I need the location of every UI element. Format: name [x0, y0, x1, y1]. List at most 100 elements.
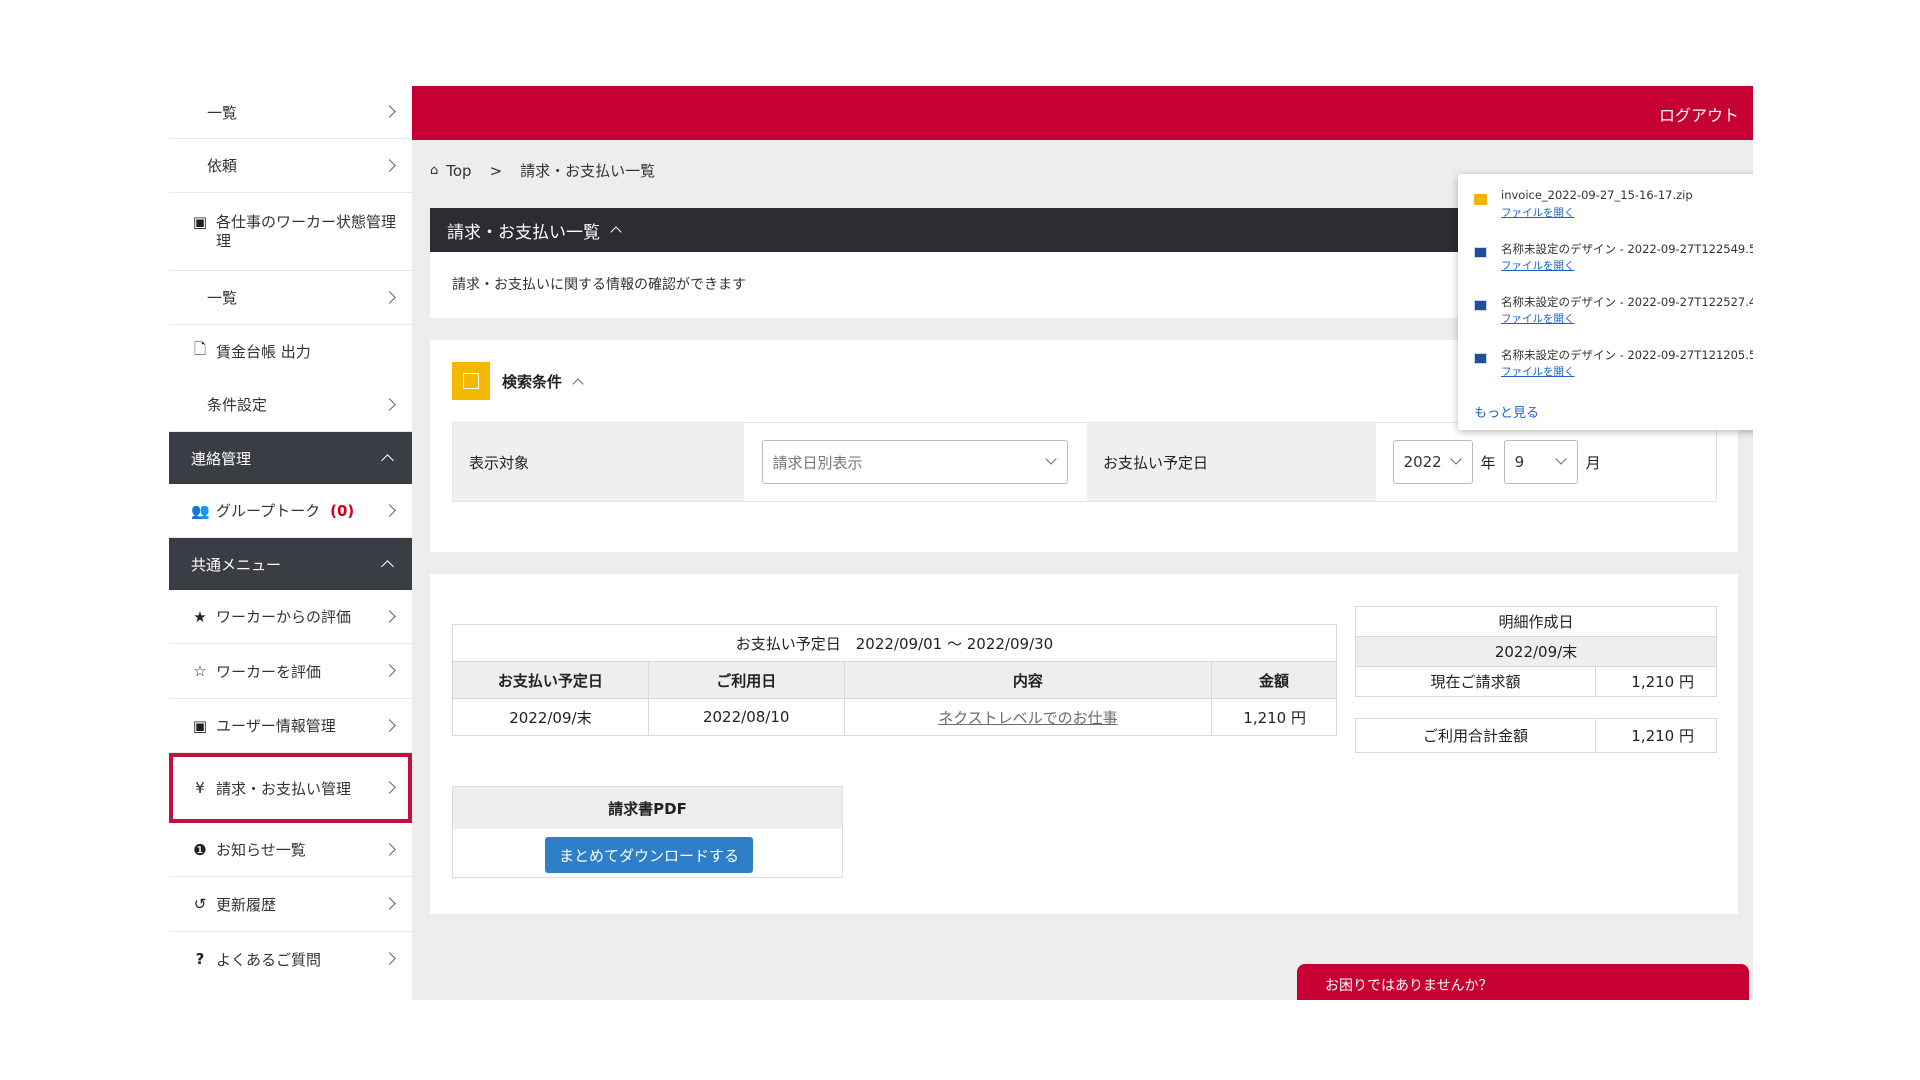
year-unit: 年 [1480, 453, 1496, 472]
open-file-link[interactable]: ファイルを開く [1501, 364, 1575, 379]
payment-date-cell: 2022 年 9 月 [1375, 423, 1716, 501]
open-file-link[interactable]: ファイルを開く [1501, 311, 1575, 326]
sidebar-item-history[interactable]: ↺ 更新履歴 [169, 877, 412, 932]
sidebar-item-label: よくあるご質問 [216, 950, 322, 969]
page-title: 請求・お支払い一覧 [447, 222, 600, 243]
month-unit: 月 [1585, 453, 1601, 472]
section-common[interactable]: 共通メニュー [169, 538, 412, 590]
download-filename: invoice_2022-09-27_15-16-17.zip [1501, 188, 1693, 202]
question-icon: ? [195, 950, 205, 968]
sidebar-item-wage-ledger[interactable]: 🗋 賃金台帳 出力 [169, 325, 412, 378]
sidebar-item-notices[interactable]: ❶ お知らせ一覧 [169, 823, 412, 877]
content-cell: ネクストレベルでのお仕事 [843, 698, 1213, 736]
sidebar-item-billing[interactable]: ¥ 請求・お支払い管理 [169, 753, 412, 823]
sidebar-item-label-cont: 理 [216, 232, 232, 250]
sidebar-item-faq[interactable]: ? よくあるご質問 [169, 932, 412, 986]
year-value: 2022 [1403, 453, 1442, 471]
star-icon: ★ [193, 607, 207, 626]
search-square-icon [452, 362, 490, 400]
invoice-pdf-box: 請求書PDF まとめてダウンロードする [452, 786, 843, 878]
home-icon: ⌂ [430, 163, 439, 178]
sidebar-item-label: お知らせ一覧 [216, 841, 306, 859]
sidebar-item-label: 各仕事のワーカー状態管理 [216, 213, 397, 231]
download-filename: 名称未設定のデザイン - 2022-09-27T122549.544.png [1501, 242, 1753, 256]
sidebar-item-label: 更新履歴 [216, 895, 277, 914]
sidebar-item-list[interactable]: 一覧 [169, 86, 412, 139]
statement-date-label: 明細作成日 [1355, 606, 1717, 637]
statement-date-value: 2022/09/末 [1355, 636, 1717, 667]
sidebar-item-label: 依頼 [207, 157, 238, 175]
total-label: ご利用合計金額 [1355, 718, 1596, 753]
chevron-right-icon [383, 158, 396, 172]
sidebar-item-rate-worker[interactable]: ☆ ワーカーを評価 [169, 644, 412, 699]
sidebar-item-user-info[interactable]: ▣ ユーザー情報管理 [169, 699, 412, 753]
sidebar-item-list-2[interactable]: 一覧 [169, 271, 412, 325]
display-target-label-cell: 表示対象 [453, 423, 744, 501]
chevron-right-icon [383, 609, 396, 623]
search-toggle[interactable]: 検索条件 [452, 362, 584, 400]
content-link[interactable]: ネクストレベルでのお仕事 [938, 709, 1118, 727]
breadcrumb-separator: > [489, 161, 503, 180]
invoice-pdf-title: 請求書PDF [453, 787, 842, 829]
chevron-up-icon [381, 560, 394, 573]
payment-date-cell: 2022/09/末 [452, 698, 649, 736]
sidebar-item-label: グループトーク [216, 502, 321, 520]
id-card-icon: ▣ [192, 716, 208, 735]
folder-icon [1474, 194, 1487, 205]
sidebar-item-worker-review[interactable]: ★ ワーカーからの評価 [169, 590, 412, 644]
sidebar-item-request[interactable]: 依頼 [169, 139, 412, 193]
top-bar: ログアウト [412, 86, 1753, 140]
download-all-button[interactable]: まとめてダウンロードする [545, 837, 753, 873]
display-target-select[interactable]: 請求日別表示 [761, 440, 1068, 484]
breadcrumb-current: 請求・お支払い一覧 [520, 162, 656, 180]
chevron-up-icon [381, 454, 394, 467]
open-file-link[interactable]: ファイルを開く [1501, 205, 1575, 220]
table-row: 2022/09/末 2022/08/10 ネクストレベルでのお仕事 1,210 … [452, 698, 1337, 736]
chevron-right-icon [383, 664, 396, 677]
section-title: 連絡管理 [191, 449, 252, 468]
image-file-icon [1474, 353, 1487, 364]
payment-date-label: お支払い予定日 [1103, 453, 1209, 472]
image-file-icon [1474, 247, 1487, 258]
chevron-right-icon [383, 781, 396, 794]
sidebar-item-label-wrap: 各仕事のワーカー状態管理 理 [216, 213, 396, 251]
sidebar-item-label: 請求・お支払い管理 [216, 779, 352, 798]
invoice-table: お支払い予定日 2022/09/01 ～ 2022/09/30 お支払い予定日 … [452, 624, 1337, 736]
sidebar-item-label: ユーザー情報管理 [216, 717, 336, 735]
chevron-right-icon [383, 105, 396, 118]
help-tab[interactable]: お困りではありませんか？ [1297, 964, 1749, 1000]
current-billing-value: 1,210 円 [1595, 666, 1717, 697]
unread-count: (0) [330, 501, 355, 520]
download-filename: 名称未設定のデザイン - 2022-09-27T122527.469.png [1501, 295, 1753, 309]
search-condition-row: 表示対象 請求日別表示 お支払い予定日 2022 年 9 月 [452, 422, 1717, 502]
help-label: お困りではありませんか？ [1325, 978, 1493, 994]
search-title: 検索条件 [502, 372, 563, 391]
chevron-down-icon [1554, 453, 1567, 465]
sidebar-item-worker-status[interactable]: ▣ 各仕事のワーカー状態管理 理 [169, 193, 412, 271]
sidebar: 一覧 依頼 ▣ 各仕事のワーカー状態管理 理 一覧 🗋 賃金台帳 出力 条件設定 [169, 86, 412, 1000]
chevron-up-icon [610, 226, 622, 238]
breadcrumb-home[interactable]: Top [446, 162, 471, 180]
chevron-right-icon [383, 503, 396, 517]
section-contact[interactable]: 連絡管理 [169, 432, 412, 484]
month-select[interactable]: 9 [1503, 440, 1578, 484]
month-value: 9 [1514, 453, 1525, 471]
invoice-caption: お支払い予定日 2022/09/01 ～ 2022/09/30 [452, 624, 1337, 662]
display-target-cell: 請求日別表示 [743, 423, 1087, 501]
users-icon: 👥 [191, 501, 210, 520]
chevron-down-icon [1449, 453, 1462, 465]
show-more-link[interactable]: もっと見る [1474, 402, 1539, 421]
display-target-label: 表示対象 [469, 453, 530, 472]
year-select[interactable]: 2022 [1392, 440, 1473, 484]
logout-link[interactable]: ログアウト [1659, 102, 1739, 126]
sidebar-item-condition[interactable]: 条件設定 [169, 378, 412, 432]
open-file-link[interactable]: ファイルを開く [1501, 258, 1575, 273]
sidebar-item-group-talk[interactable]: 👥 グループトーク (0) [169, 484, 412, 538]
chevron-right-icon [383, 718, 396, 732]
section-title: 共通メニュー [191, 555, 282, 574]
document-icon: ▣ [192, 213, 208, 231]
statement-summary-table: 明細作成日 2022/09/末 現在ご請求額 1,210 円 [1355, 606, 1717, 697]
yen-icon: ¥ [195, 779, 205, 797]
description-text: 請求・お支払いに関する情報の確認ができます [452, 277, 746, 293]
breadcrumb: ⌂ Top > 請求・お支払い一覧 [430, 160, 655, 181]
